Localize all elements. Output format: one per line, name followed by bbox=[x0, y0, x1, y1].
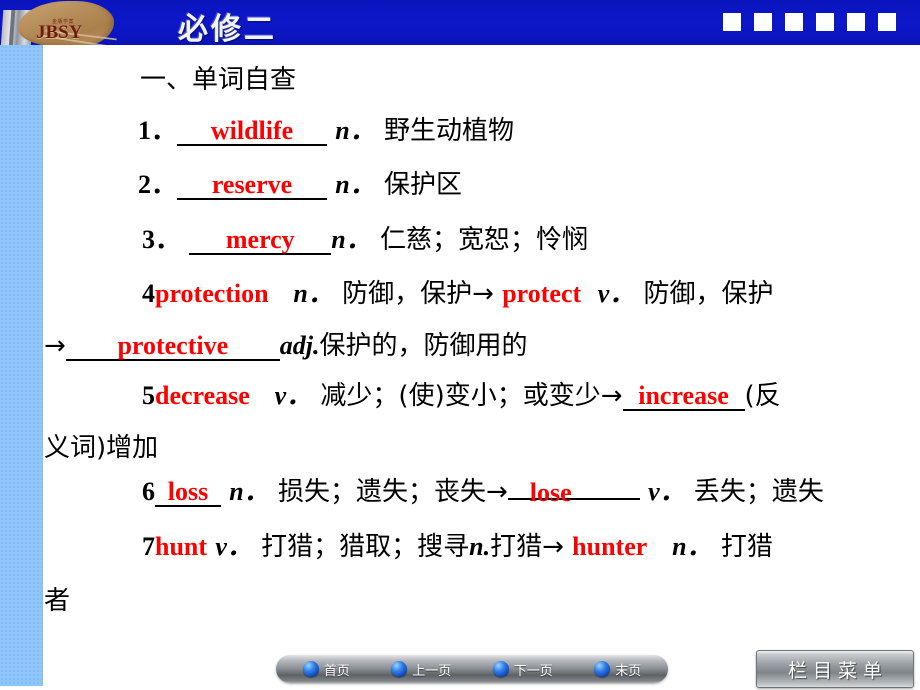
entry-7-meaning-2: 打猎→ bbox=[490, 532, 564, 562]
entry-4-derived-meaning-2: 保护的，防御用的 bbox=[319, 331, 528, 361]
entry-4-arrow: → bbox=[44, 331, 66, 361]
app-header: 金版学案 JBSY 必修二 bbox=[0, 0, 920, 45]
entry-1-word: wildlife bbox=[177, 118, 328, 146]
entry-5-pos: v． bbox=[274, 381, 313, 410]
nav-next-page-label: 下一页 bbox=[513, 663, 553, 679]
entry-4-derived-word: protect bbox=[502, 279, 582, 308]
entry-4-word: protection bbox=[155, 279, 269, 308]
header-square-1 bbox=[723, 13, 741, 31]
vocab-entry-6: 6 loss n． 损失；遗失；丧失→ lose v． 丢失；遗失 bbox=[142, 479, 824, 507]
vocab-entry-2: 2． reserve n． 保护区 bbox=[138, 172, 462, 200]
vocab-entry-4: 4protection n． 防御，保护→ protect v． 防御，保护 bbox=[142, 279, 774, 309]
entry-7-meaning: 打猎；猎取；搜寻 bbox=[261, 532, 470, 562]
vocab-entry-1: 1． wildlife n． 野生动植物 bbox=[138, 118, 514, 146]
header-square-6 bbox=[878, 13, 896, 31]
nav-first-page-button[interactable]: 首页 bbox=[302, 660, 350, 679]
entry-4-derived-word-2: protective bbox=[65, 333, 280, 361]
entry-4-derived-pos: v． bbox=[597, 279, 636, 308]
entry-2-meaning: 保护区 bbox=[384, 170, 463, 200]
vocab-entry-4-continued: → protective adj.保护的，防御用的 bbox=[44, 333, 528, 361]
entry-1-pos: n． bbox=[335, 116, 376, 145]
entry-6-derived-meaning: 丢失；遗失 bbox=[693, 477, 824, 507]
entry-3-pos: n． bbox=[331, 225, 372, 254]
nav-last-page-label: 末页 bbox=[615, 663, 642, 679]
entry-6-meaning: 损失；遗失；丧失→ bbox=[278, 477, 508, 507]
nav-previous-page-label: 上一页 bbox=[412, 663, 452, 679]
section-heading: 一、单词自查 bbox=[140, 65, 297, 95]
entry-5-derived-word: increase bbox=[622, 383, 745, 411]
bullet-icon bbox=[492, 661, 509, 677]
entry-5-word: decrease bbox=[155, 381, 250, 410]
entry-1-meaning: 野生动植物 bbox=[384, 116, 515, 146]
entry-7-derived-meaning-tail: 者 bbox=[44, 586, 71, 616]
slide-content: 一、单词自查 1． wildlife n． 野生动植物 2． reserve n． … bbox=[0, 45, 920, 640]
entry-2-number: 2． bbox=[138, 170, 178, 199]
entry-4-meaning: 防御，保护→ bbox=[342, 279, 494, 309]
nav-first-page-label: 首页 bbox=[323, 663, 350, 679]
entry-4-derived-pos-2: adj. bbox=[279, 331, 320, 360]
vocab-entry-7-continued: 者 bbox=[44, 588, 70, 614]
header-square-5 bbox=[847, 13, 865, 31]
entry-5-meaning: 减少；(使)变小；或变少→ bbox=[320, 381, 623, 411]
nav-last-page-button[interactable]: 末页 bbox=[594, 660, 641, 679]
entry-7-derived-pos: n． bbox=[672, 532, 713, 561]
entry-3-word: mercy bbox=[189, 227, 332, 255]
entry-4-pos: n． bbox=[293, 279, 334, 308]
brand-logo: 金版学案 JBSY bbox=[0, 0, 122, 45]
entry-3-meaning: 仁慈；宽恕；怜悯 bbox=[380, 225, 589, 255]
slide-navigation-bar[interactable]: 首页 上一页 下一页 末页 bbox=[276, 655, 668, 683]
entry-7-word: hunt bbox=[155, 532, 208, 561]
column-menu-button[interactable]: 栏目菜单 bbox=[756, 650, 914, 688]
vocab-entry-3: 3． mercy n． 仁慈；宽恕；怜悯 bbox=[142, 227, 588, 255]
entry-6-word: loss bbox=[155, 479, 221, 507]
entry-7-derived-word: hunter bbox=[572, 532, 648, 561]
page-title: 必修二 bbox=[178, 12, 277, 45]
vocab-entry-5: 5decrease v． 减少；(使)变小；或变少→ increase (反 bbox=[142, 383, 781, 411]
bullet-icon bbox=[391, 661, 408, 677]
bullet-icon bbox=[594, 661, 611, 677]
entry-4-derived-meaning: 防御，保护 bbox=[643, 279, 774, 309]
header-square-4 bbox=[816, 13, 834, 31]
column-menu-label: 栏目菜单 bbox=[787, 659, 888, 682]
entry-6-pos: n． bbox=[229, 477, 270, 506]
entry-5-derived-meaning-head: (反 bbox=[744, 381, 781, 411]
entry-6-derived-pos: v． bbox=[648, 477, 686, 506]
logo-wordmark: JBSY bbox=[36, 22, 83, 43]
entry-2-pos: n． bbox=[335, 170, 376, 199]
entry-1-number: 1． bbox=[138, 116, 178, 145]
nav-next-page-button[interactable]: 下一页 bbox=[492, 660, 553, 679]
vocab-entry-7: 7hunt v． 打猎；猎取；搜寻n.打猎→ hunter n． 打猎 bbox=[142, 532, 773, 562]
entry-5-number: 5 bbox=[142, 381, 155, 410]
entry-3-number: 3． bbox=[142, 225, 182, 254]
entry-7-number: 7 bbox=[142, 532, 155, 561]
entry-7-pos-2: n. bbox=[469, 532, 491, 561]
entry-5-derived-meaning-tail: 义词)增加 bbox=[44, 433, 159, 463]
header-square-2 bbox=[754, 13, 772, 31]
header-square-3 bbox=[785, 13, 803, 31]
entry-6-derived-word: lose bbox=[529, 478, 572, 507]
entry-7-pos: v． bbox=[215, 532, 253, 561]
bullet-icon bbox=[302, 661, 319, 677]
entry-4-number: 4 bbox=[142, 279, 155, 308]
nav-previous-page-button[interactable]: 上一页 bbox=[391, 660, 451, 679]
entry-6-number: 6 bbox=[142, 477, 155, 506]
header-squares-decoration bbox=[723, 13, 896, 31]
entry-2-word: reserve bbox=[177, 172, 328, 200]
entry-7-derived-meaning-head: 打猎 bbox=[720, 532, 773, 562]
vocab-entry-5-continued: 义词)增加 bbox=[44, 435, 158, 461]
entry-6-answer-blank: lose bbox=[507, 480, 640, 506]
